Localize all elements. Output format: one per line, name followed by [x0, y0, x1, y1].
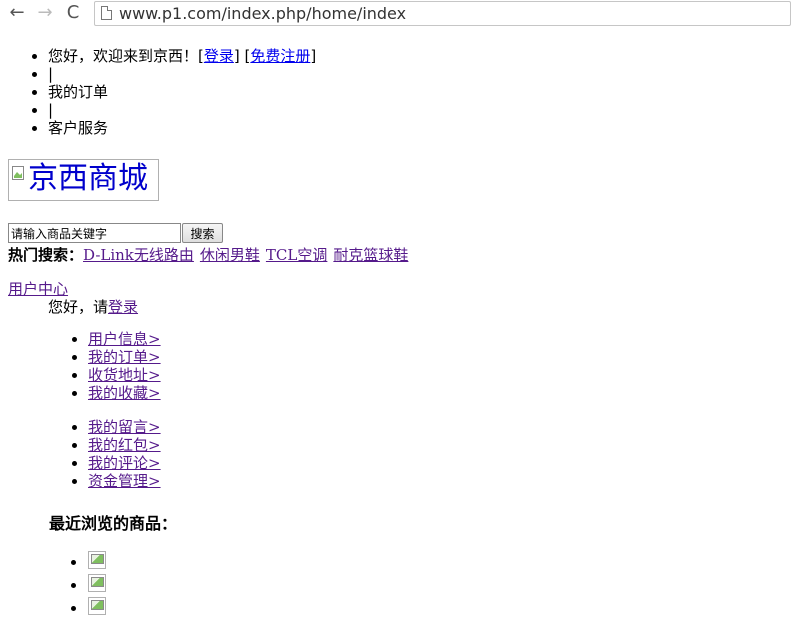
- hot-search-label: 热门搜索：: [8, 246, 84, 264]
- bracket-text: ] [: [233, 47, 251, 65]
- my-orders-item[interactable]: 我的订单: [48, 83, 316, 101]
- user-login-link[interactable]: 登录: [108, 298, 138, 316]
- menu-item: 我的红包>: [88, 436, 161, 454]
- menu-item: 我的收藏>: [88, 384, 161, 402]
- search-button[interactable]: 搜索: [182, 223, 223, 243]
- menu-reviews[interactable]: 我的评论>: [88, 454, 161, 472]
- url-text[interactable]: www.p1.com/index.php/home/index: [119, 4, 406, 23]
- separator: |: [48, 65, 316, 83]
- address-bar[interactable]: www.p1.com/index.php/home/index: [94, 1, 791, 26]
- menu-item: 我的订单>: [88, 348, 161, 366]
- broken-image-icon: [12, 166, 24, 180]
- menu-addresses[interactable]: 收货地址>: [88, 366, 161, 384]
- menu-user-info[interactable]: 用户信息>: [88, 330, 161, 348]
- search-input[interactable]: [8, 223, 181, 243]
- menu-item: 资金管理>: [88, 472, 161, 490]
- browser-toolbar: ← → C www.p1.com/index.php/home/index: [0, 0, 795, 28]
- register-link[interactable]: 免费注册: [250, 47, 310, 65]
- menu-item: 我的留言>: [88, 418, 161, 436]
- menu-my-orders[interactable]: 我的订单>: [88, 348, 161, 366]
- user-greeting: 您好，请登录: [48, 296, 138, 317]
- menu-funds[interactable]: 资金管理>: [88, 472, 161, 490]
- list-item: [88, 550, 106, 573]
- hot-search-link[interactable]: 休闲男鞋: [200, 246, 260, 264]
- back-arrow-icon[interactable]: ←: [6, 2, 28, 24]
- list-item: [88, 573, 106, 596]
- hot-search-link[interactable]: TCL空调: [266, 246, 327, 264]
- hot-search-link[interactable]: D-Link无线路由: [83, 246, 194, 264]
- bracket-end-text: ]: [310, 47, 317, 65]
- broken-image-icon[interactable]: [88, 597, 106, 615]
- menu-messages[interactable]: 我的留言>: [88, 418, 161, 436]
- menu-item: 收货地址>: [88, 366, 161, 384]
- hot-search-link[interactable]: 耐克篮球鞋: [333, 246, 408, 264]
- forward-arrow-icon[interactable]: →: [34, 2, 56, 24]
- recently-viewed-title: 最近浏览的商品：: [49, 514, 178, 533]
- page-icon: [101, 6, 112, 20]
- greeting-text: 您好，请: [48, 298, 109, 316]
- login-link[interactable]: 登录: [204, 47, 234, 65]
- separator: |: [48, 101, 316, 119]
- welcome-item: 您好，欢迎来到京西！[登录] [免费注册]: [48, 47, 316, 65]
- user-menu-group-1: 用户信息> 我的订单> 收货地址> 我的收藏>: [88, 330, 161, 402]
- recently-viewed-list: [88, 550, 106, 619]
- logo-image[interactable]: 京西商城: [8, 159, 159, 201]
- menu-favorites[interactable]: 我的收藏>: [88, 384, 161, 402]
- reload-icon[interactable]: C: [62, 2, 84, 24]
- broken-image-icon[interactable]: [88, 574, 106, 592]
- welcome-text: 您好，欢迎来到京西！[: [48, 47, 204, 65]
- menu-item: 用户信息>: [88, 330, 161, 348]
- menu-item: 我的评论>: [88, 454, 161, 472]
- hot-searches: 热门搜索：D-Link无线路由 休闲男鞋 TCL空调 耐克篮球鞋: [8, 244, 414, 265]
- menu-red-packets[interactable]: 我的红包>: [88, 436, 161, 454]
- top-bar: 您好，欢迎来到京西！[登录] [免费注册] | 我的订单 | 客户服务: [48, 47, 316, 137]
- user-menu-group-2: 我的留言> 我的红包> 我的评论> 资金管理>: [88, 418, 161, 490]
- logo-alt-text: 京西商城: [28, 161, 148, 196]
- list-item: [88, 596, 106, 619]
- customer-service-item[interactable]: 客户服务: [48, 119, 316, 137]
- broken-image-icon[interactable]: [88, 551, 106, 569]
